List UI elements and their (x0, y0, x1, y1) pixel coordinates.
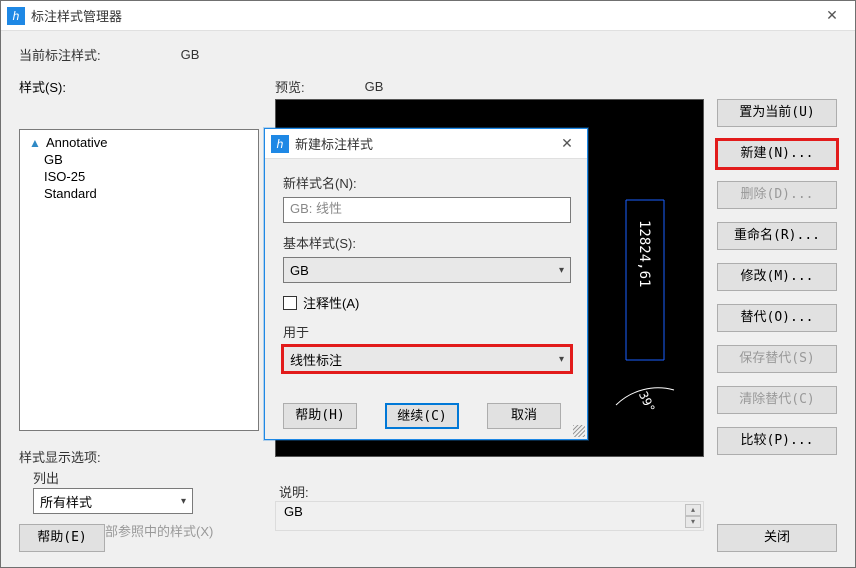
new-name-label: 新样式名(N): (283, 173, 569, 192)
main-titlebar: h 标注样式管理器 ✕ (1, 1, 855, 31)
annotative-label: 注释性(A) (303, 293, 359, 312)
close-icon[interactable]: ✕ (809, 1, 855, 31)
chevron-down-icon: ▾ (181, 496, 186, 507)
current-style-value: GB (181, 47, 200, 62)
annotative-checkbox[interactable]: 注释性(A) (283, 293, 569, 312)
list-item[interactable]: GB (26, 151, 252, 168)
modify-button[interactable]: 修改(M)... (717, 263, 837, 291)
modal-body: 新样式名(N): GB: 线性 基本样式(S): GB ▾ 注释性(A) 用于 … (265, 159, 587, 439)
list-out-label: 列出 (33, 468, 59, 487)
dimension-value: 12824,61 (636, 220, 652, 287)
preview-row: 预览: GB (275, 77, 383, 96)
new-button[interactable]: 新建(N)... (717, 140, 837, 168)
modal-titlebar: h 新建标注样式 ✕ (265, 129, 587, 159)
list-item[interactable]: Standard (26, 185, 252, 202)
list-item-label: Annotative (46, 135, 107, 150)
current-style-row: 当前标注样式: GB (19, 45, 199, 64)
chevron-down-icon: ▾ (559, 354, 564, 365)
display-options-label: 样式显示选项: (19, 447, 101, 466)
list-item-label: Standard (44, 186, 97, 201)
list-item-label: GB (44, 152, 63, 167)
resize-grip-icon[interactable] (573, 425, 585, 437)
modal-help-button[interactable]: 帮助(H) (283, 403, 357, 429)
continue-button[interactable]: 继续(C) (385, 403, 459, 429)
modal-button-row: 帮助(H) 继续(C) 取消 (283, 403, 561, 429)
used-for-label: 用于 (283, 322, 569, 341)
app-icon: h (7, 7, 25, 25)
chevron-down-icon: ▾ (559, 265, 564, 276)
modal-title: 新建标注样式 (295, 134, 547, 153)
list-item-label: ISO-25 (44, 169, 85, 184)
style-listbox[interactable]: ▲ Annotative GB ISO-25 Standard (19, 129, 259, 431)
base-style-combo[interactable]: GB ▾ (283, 257, 571, 283)
checkbox-icon (283, 296, 297, 310)
list-item[interactable]: ▲ Annotative (26, 134, 252, 151)
preview-style: GB (365, 79, 384, 94)
list-filter-combo[interactable]: 所有样式 ▾ (33, 488, 193, 514)
current-style-label: 当前标注样式: (19, 45, 101, 64)
used-for-combo[interactable]: 线性标注 ▾ (283, 346, 571, 372)
cancel-button[interactable]: 取消 (487, 403, 561, 429)
new-dim-style-dialog: h 新建标注样式 ✕ 新样式名(N): GB: 线性 基本样式(S): GB ▾… (264, 128, 588, 440)
app-icon: h (271, 135, 289, 153)
new-name-value: GB: 线性 (290, 201, 342, 216)
close-button[interactable]: 关闭 (717, 524, 837, 552)
base-style-value: GB (290, 263, 309, 278)
compare-button[interactable]: 比较(P)... (717, 427, 837, 455)
scroll-down-icon[interactable]: ▾ (685, 516, 701, 528)
annotative-icon: ▲ (28, 136, 42, 150)
styles-label: 样式(S): (19, 77, 66, 96)
list-item[interactable]: ISO-25 (26, 168, 252, 185)
rename-button[interactable]: 重命名(R)... (717, 222, 837, 250)
close-icon[interactable]: ✕ (547, 129, 587, 159)
base-style-label: 基本样式(S): (283, 233, 569, 252)
desc-scrollbar[interactable]: ▴ ▾ (685, 504, 701, 528)
save-override-button[interactable]: 保存替代(S) (717, 345, 837, 373)
clear-override-button[interactable]: 清除替代(C) (717, 386, 837, 414)
new-name-field[interactable]: GB: 线性 (283, 197, 571, 223)
preview-label: 预览: (275, 77, 305, 96)
window-title: 标注样式管理器 (31, 6, 809, 25)
description-value: GB (284, 504, 303, 519)
used-for-value: 线性标注 (290, 350, 342, 369)
help-button[interactable]: 帮助(E) (19, 524, 105, 552)
delete-button[interactable]: 删除(D)... (717, 181, 837, 209)
action-buttons-sidebar: 置为当前(U) 新建(N)... 删除(D)... 重命名(R)... 修改(M… (717, 99, 837, 455)
override-button[interactable]: 替代(O)... (717, 304, 837, 332)
scroll-up-icon[interactable]: ▴ (685, 504, 701, 516)
set-current-button[interactable]: 置为当前(U) (717, 99, 837, 127)
description-label: 说明: (279, 482, 309, 501)
combo-value: 所有样式 (40, 492, 92, 511)
description-box: GB ▴ ▾ (275, 501, 704, 531)
